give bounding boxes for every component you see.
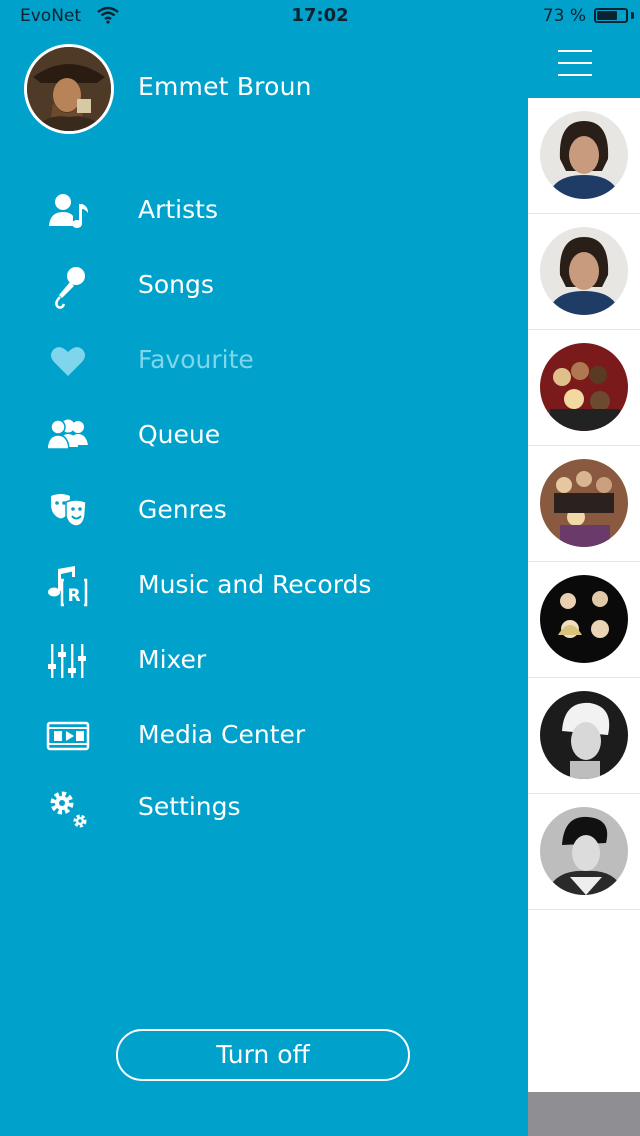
menu-label: Favourite: [138, 345, 254, 374]
menu-item-music-and-records[interactable]: R Music and Records: [0, 555, 528, 617]
status-bar: EvoNet 17:02 73 %: [0, 0, 640, 34]
menu-label: Artists: [138, 195, 218, 224]
menu-label: Music and Records: [138, 570, 372, 599]
artist-thumbnail: [540, 575, 628, 663]
artist-thumbnail: [540, 459, 628, 547]
battery-icon: [594, 8, 628, 23]
avatar-image: [27, 47, 111, 131]
menu-item-songs[interactable]: Songs: [0, 255, 528, 317]
artist-music-icon: [49, 194, 88, 228]
turn-off-button[interactable]: Turn off: [116, 1029, 410, 1081]
menu-item-media-center[interactable]: Media Center: [0, 705, 528, 767]
list-item[interactable]: [528, 98, 640, 214]
list-item[interactable]: [528, 678, 640, 794]
list-item[interactable]: [528, 330, 640, 446]
menu-item-queue[interactable]: Queue: [0, 405, 528, 467]
battery-tip: [631, 12, 634, 19]
list-item[interactable]: [528, 446, 640, 562]
svg-text:R: R: [67, 586, 80, 606]
menu-item-mixer[interactable]: Mixer: [0, 630, 528, 692]
list-item[interactable]: [528, 562, 640, 678]
menu-toggle-button[interactable]: [556, 48, 596, 78]
heart-icon: [51, 347, 85, 376]
microphone-icon: [55, 267, 85, 309]
artist-thumbnail: [540, 227, 628, 315]
people-group-icon: [46, 419, 88, 450]
profile-name: Emmet Broun: [138, 72, 312, 101]
artist-thumbnail: [540, 691, 628, 779]
music-record-icon: R: [48, 566, 88, 607]
menu-item-favourite[interactable]: Favourite: [0, 330, 528, 392]
media-film-icon: [46, 721, 90, 751]
artist-thumbnail: [540, 343, 628, 431]
list-item[interactable]: [528, 214, 640, 330]
artist-thumbnail: [540, 111, 628, 199]
avatar[interactable]: [24, 44, 114, 134]
theater-masks-icon: [51, 494, 87, 527]
menu-item-genres[interactable]: Genres: [0, 480, 528, 542]
artist-thumbnail: [540, 807, 628, 895]
battery-level: [597, 11, 618, 20]
gears-icon: [50, 791, 87, 828]
menu-label: Settings: [138, 792, 241, 821]
content-footer: [528, 1092, 640, 1136]
mixer-sliders-icon: [48, 644, 86, 678]
menu-label: Songs: [138, 270, 214, 299]
menu-label: Mixer: [138, 645, 207, 674]
menu-item-settings[interactable]: Settings: [0, 777, 528, 839]
battery-percent: 73 %: [542, 6, 586, 26]
menu-label: Genres: [138, 495, 227, 524]
list-item[interactable]: [528, 794, 640, 910]
menu-label: Queue: [138, 420, 221, 449]
menu-label: Media Center: [138, 720, 306, 749]
menu-item-artists[interactable]: Artists: [0, 180, 528, 242]
